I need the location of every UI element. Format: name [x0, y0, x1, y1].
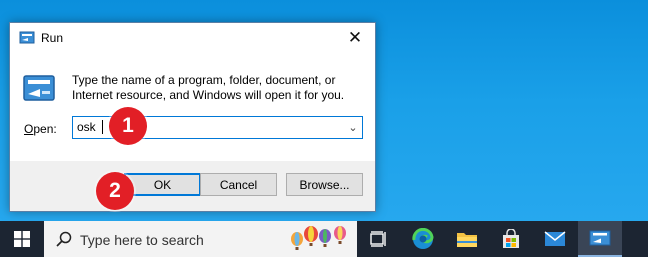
edge-button[interactable]	[401, 221, 445, 257]
start-button[interactable]	[0, 221, 44, 257]
dialog-body: Type the name of a program, folder, docu…	[10, 53, 375, 161]
file-explorer-button[interactable]	[445, 221, 489, 257]
file-explorer-icon	[457, 233, 477, 247]
search-icon	[56, 231, 72, 247]
ok-button[interactable]: OK	[124, 173, 201, 196]
taskbar-search[interactable]: Type here to search	[44, 221, 357, 257]
text-caret	[102, 120, 103, 134]
open-label-rest: pen:	[33, 122, 57, 136]
title-bar[interactable]: Run ✕	[10, 23, 375, 53]
browse-button[interactable]: Browse...	[286, 173, 363, 196]
run-icon	[589, 230, 611, 246]
cancel-button[interactable]: Cancel	[200, 173, 277, 196]
taskbar: Type here to search	[0, 221, 648, 257]
hot-air-balloons-icon	[291, 226, 346, 250]
step-badge-1: 1	[109, 107, 147, 145]
chevron-down-icon[interactable]: ⌄	[344, 117, 362, 138]
open-input-value: osk	[77, 120, 96, 134]
dialog-description: Type the name of a program, folder, docu…	[72, 73, 345, 102]
open-label-accesskey: O	[24, 122, 34, 136]
windows-start-icon	[14, 231, 30, 247]
run-taskbar-button[interactable]	[578, 221, 622, 257]
dialog-title: Run	[41, 31, 64, 45]
step-badge-2: 2	[96, 172, 134, 210]
run-dialog: Run ✕ Type the name of a program, folder…	[9, 22, 376, 212]
task-view-button[interactable]	[357, 221, 401, 257]
store-icon	[503, 229, 519, 248]
run-icon	[23, 75, 55, 101]
task-view-icon	[370, 231, 386, 247]
mail-button[interactable]	[533, 221, 577, 257]
run-icon	[19, 31, 35, 44]
search-placeholder: Type here to search	[80, 232, 204, 248]
edge-icon	[412, 228, 434, 249]
open-label: Open:	[24, 122, 57, 136]
close-button[interactable]: ✕	[335, 23, 375, 53]
mail-icon	[544, 231, 566, 246]
store-button[interactable]	[489, 221, 533, 257]
